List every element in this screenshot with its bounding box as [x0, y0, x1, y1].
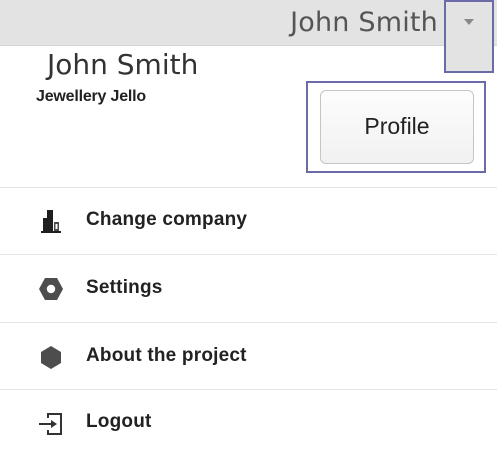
logout-icon	[39, 413, 62, 435]
menu-item-label: Logout	[86, 411, 152, 432]
hexagon-icon	[39, 278, 63, 300]
info-hexagon-icon	[41, 346, 61, 369]
menu-item-about-the-project[interactable]: About the project	[0, 323, 497, 389]
menu-item-logout[interactable]: Logout	[0, 390, 497, 456]
menu-item-change-company[interactable]: Change company	[0, 188, 497, 254]
profile-user-name: John Smith	[47, 48, 199, 81]
profile-button[interactable]: Profile	[320, 90, 474, 164]
menu-item-label: Settings	[86, 277, 163, 298]
profile-company-name: Jewellery Jello	[36, 88, 146, 105]
profile-button-highlight: Profile	[306, 81, 486, 173]
menu-item-label: Change company	[86, 209, 248, 230]
header-user-name[interactable]: John Smith	[290, 0, 438, 45]
caret-down-icon	[464, 19, 474, 25]
user-menu-header: John Smith	[0, 0, 497, 46]
menu-item-settings[interactable]: Settings	[0, 255, 497, 321]
building-icon	[41, 210, 61, 233]
menu-item-label: About the project	[86, 345, 247, 366]
user-menu-dropdown-toggle[interactable]	[444, 0, 494, 73]
